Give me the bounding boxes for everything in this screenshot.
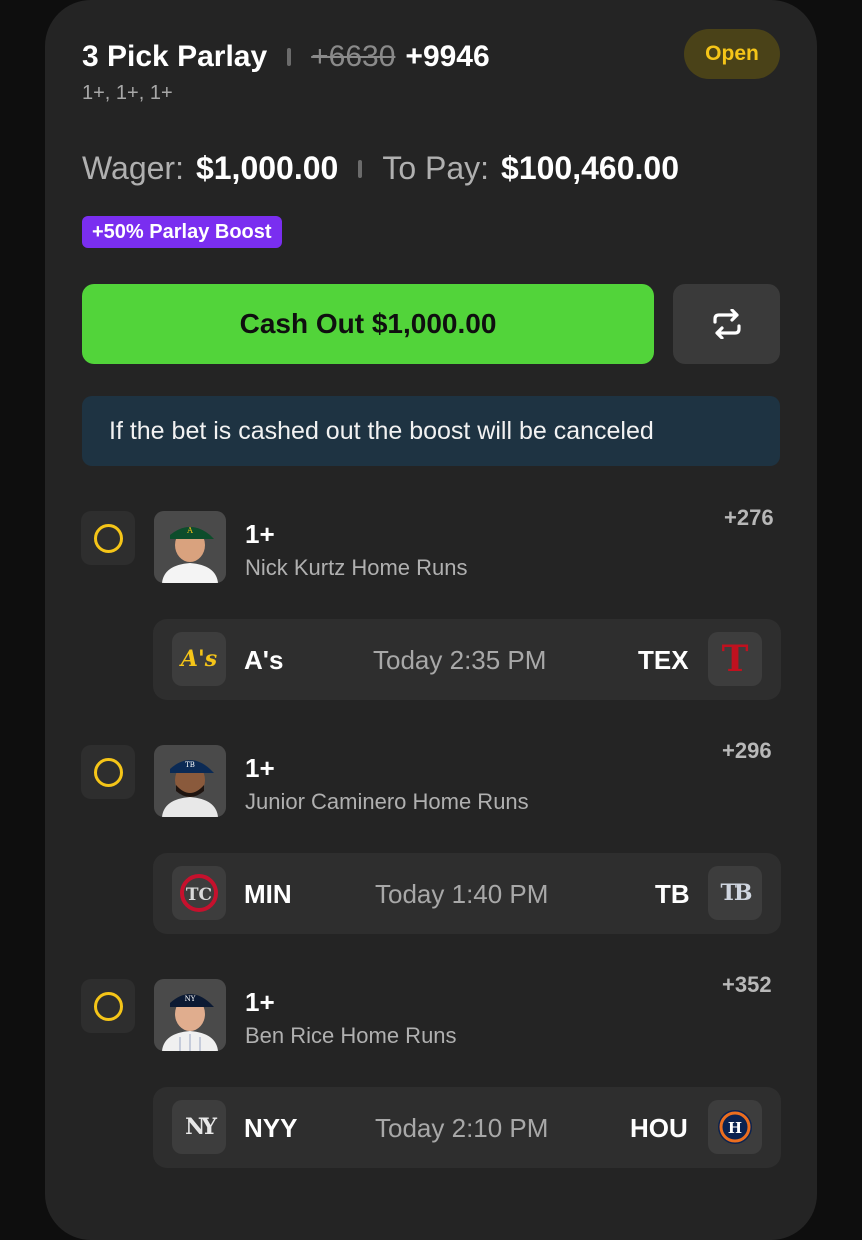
svg-text:TB: TB bbox=[185, 761, 195, 769]
refresh-button[interactable] bbox=[673, 284, 780, 364]
to-pay-label: To Pay: bbox=[382, 150, 490, 186]
boosted-odds: +9946 bbox=[405, 40, 490, 73]
astros-logo-icon: H bbox=[708, 1100, 762, 1154]
rangers-logo-icon: T bbox=[708, 632, 762, 686]
pick-description: Nick Kurtz Home Runs bbox=[245, 555, 468, 580]
bet-title: 3 Pick Parlay bbox=[82, 40, 268, 73]
away-team: A's bbox=[244, 645, 284, 675]
wager-row: Wager: $1,000.00 To Pay: $100,460.00 bbox=[82, 150, 679, 187]
pick-odds: +276 bbox=[724, 505, 774, 530]
player-headshot: NY bbox=[154, 979, 226, 1051]
pick-description: Ben Rice Home Runs bbox=[245, 1023, 457, 1048]
to-pay-value: $100,460.00 bbox=[501, 150, 679, 186]
game-time: Today 2:35 PM bbox=[373, 645, 547, 675]
cash-out-button[interactable]: Cash Out $1,000.00 bbox=[82, 284, 654, 364]
home-team: TB bbox=[655, 879, 690, 909]
pick-description: Junior Caminero Home Runs bbox=[245, 789, 529, 814]
player-headshot: A bbox=[154, 511, 226, 583]
bet-title-row: 3 Pick Parlay +6630 +9946 bbox=[82, 40, 490, 74]
divider bbox=[358, 159, 363, 178]
bet-lines: 1+, 1+, 1+ bbox=[82, 82, 173, 104]
player-headshot: TB bbox=[154, 745, 226, 817]
home-team: HOU bbox=[630, 1113, 688, 1143]
pick-line: 1+ bbox=[245, 987, 275, 1017]
game-time: Today 1:40 PM bbox=[375, 879, 549, 909]
game-row: NY NYY Today 2:10 PM HOU H bbox=[153, 1087, 781, 1168]
yankees-logo-icon: NY bbox=[172, 1100, 226, 1154]
game-row: A's A's Today 2:35 PM TEX T bbox=[153, 619, 781, 700]
old-odds: +6630 bbox=[311, 40, 396, 73]
pick-status-radio[interactable] bbox=[81, 979, 135, 1033]
athletics-logo-icon: A's bbox=[172, 632, 226, 686]
svg-text:NY: NY bbox=[185, 995, 196, 1003]
divider bbox=[287, 48, 292, 66]
away-team: NYY bbox=[244, 1113, 298, 1143]
pick-line: 1+ bbox=[245, 519, 275, 549]
svg-text:H: H bbox=[728, 1119, 742, 1137]
pick-status-radio[interactable] bbox=[81, 745, 135, 799]
pending-circle-icon bbox=[93, 991, 123, 1021]
refresh-icon bbox=[712, 309, 741, 339]
rays-logo-icon: TB bbox=[708, 866, 762, 920]
pending-circle-icon bbox=[93, 757, 123, 787]
wager-value: $1,000.00 bbox=[195, 150, 339, 186]
pick-odds: +352 bbox=[722, 972, 772, 997]
status-badge: Open bbox=[684, 29, 780, 79]
game-row: TC MIN Today 1:40 PM TB TB bbox=[153, 853, 781, 934]
parlay-boost-badge: +50% Parlay Boost bbox=[82, 216, 282, 248]
away-team: MIN bbox=[244, 879, 292, 909]
game-time: Today 2:10 PM bbox=[375, 1113, 549, 1143]
svg-text:TC: TC bbox=[186, 885, 212, 905]
pending-circle-icon bbox=[93, 523, 123, 553]
pick-status-radio[interactable] bbox=[81, 511, 135, 565]
pick-line: 1+ bbox=[245, 753, 275, 783]
home-team: TEX bbox=[638, 645, 689, 675]
wager-label: Wager: bbox=[82, 150, 184, 186]
twins-logo-icon: TC bbox=[172, 866, 226, 920]
svg-text:A: A bbox=[186, 526, 193, 535]
boost-cancel-notice: If the bet is cashed out the boost will … bbox=[82, 396, 780, 466]
pick-odds: +296 bbox=[722, 738, 772, 763]
